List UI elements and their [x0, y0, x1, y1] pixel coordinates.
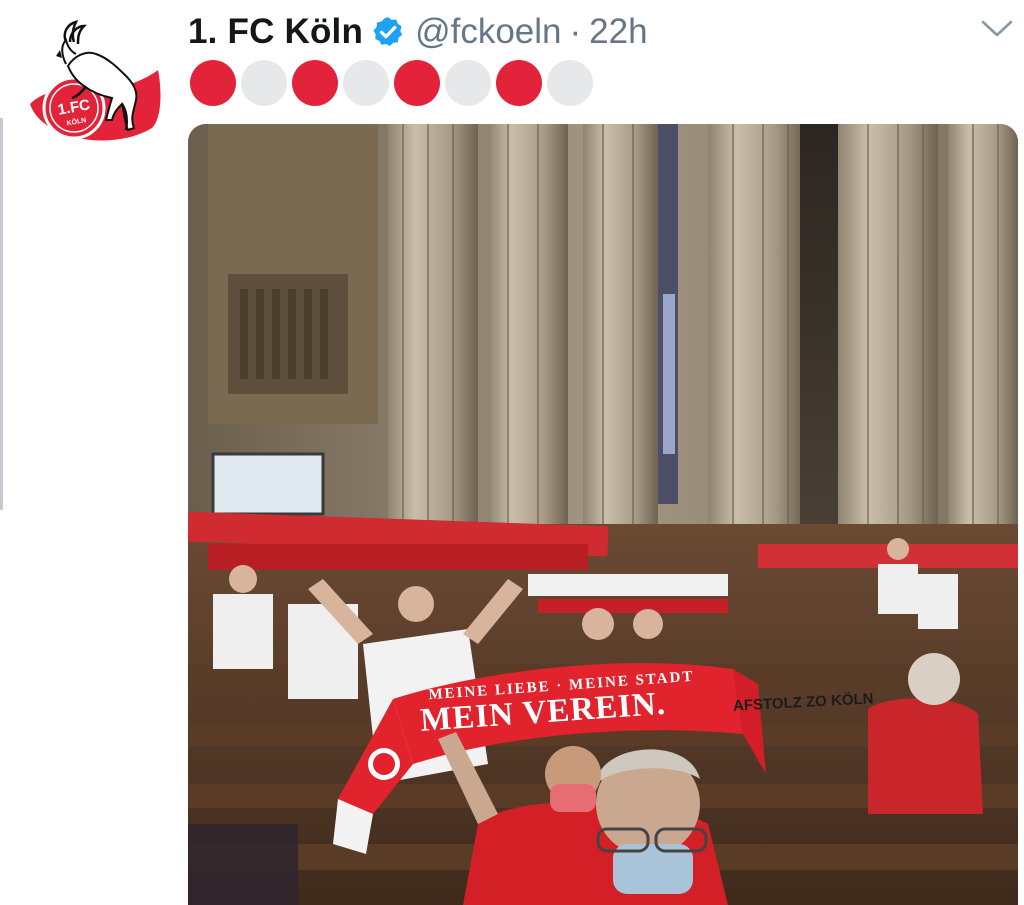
profile-avatar[interactable]: 1.FC KÖLN — [22, 20, 167, 155]
tweet-timestamp[interactable]: 22h — [589, 12, 647, 52]
white-circle-icon — [343, 60, 389, 106]
red-circle-icon — [496, 60, 542, 106]
white-circle-icon — [445, 60, 491, 106]
white-circle-icon — [547, 60, 593, 106]
fc-koeln-goat-logo-icon: 1.FC KÖLN — [30, 20, 161, 141]
header-separator: · — [569, 12, 582, 51]
red-circle-icon — [292, 60, 338, 106]
tweet-text-circles — [190, 60, 593, 106]
user-handle[interactable]: @fckoeln — [415, 12, 561, 52]
red-circle-icon — [190, 60, 236, 106]
thread-divider — [0, 118, 3, 510]
white-circle-icon — [241, 60, 287, 106]
red-circle-icon — [394, 60, 440, 106]
tweet-card[interactable]: 1.FC KÖLN 1. FC Köln @fckoeln · 22h AFST… — [0, 0, 1024, 905]
verified-badge-icon — [373, 17, 403, 47]
chevron-down-icon[interactable] — [980, 16, 1014, 42]
tweet-header: 1. FC Köln @fckoeln · 22h — [188, 6, 648, 58]
video-frame-image — [188, 124, 1018, 905]
display-name[interactable]: 1. FC Köln — [188, 12, 363, 52]
tweet-video[interactable]: AFSTOLZ ZO KÖLN — [188, 124, 1018, 905]
